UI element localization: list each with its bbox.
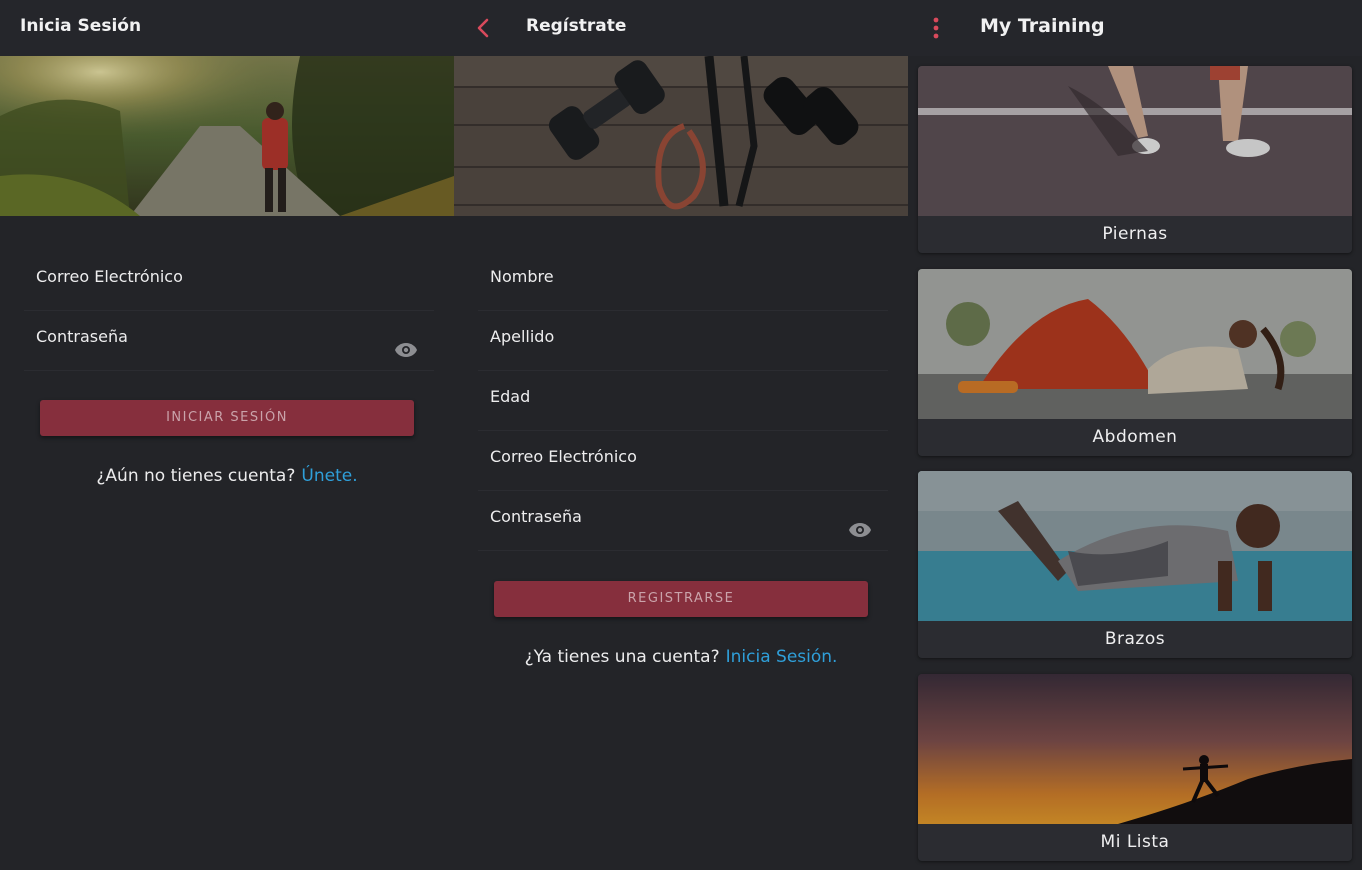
chevron-left-icon[interactable] bbox=[476, 18, 490, 38]
register-age-field[interactable]: Edad bbox=[478, 372, 888, 431]
register-screen: Regístrate Nombre Apellido Edad Correo E… bbox=[454, 0, 908, 870]
workout-card-abdomen[interactable]: Abdomen bbox=[918, 269, 1352, 456]
login-email-label: Correo Electrónico bbox=[36, 267, 183, 286]
register-password-field[interactable]: Contraseña bbox=[478, 492, 888, 551]
login-screen: Inicia Sesión Correo Electrónico Contras… bbox=[0, 0, 454, 870]
card-label: Piernas bbox=[1102, 224, 1168, 244]
eye-icon[interactable] bbox=[848, 522, 872, 538]
abs-workout-image bbox=[918, 269, 1352, 419]
register-email-label: Correo Electrónico bbox=[490, 447, 637, 466]
card-label: Mi Lista bbox=[1100, 832, 1170, 852]
training-title: My Training bbox=[980, 15, 1105, 37]
training-app-bar: My Training bbox=[908, 0, 1362, 56]
more-vert-icon[interactable] bbox=[932, 17, 940, 39]
register-lastname-label: Apellido bbox=[490, 327, 555, 346]
card-label: Abdomen bbox=[1092, 427, 1178, 447]
legs-workout-image bbox=[918, 66, 1352, 216]
workout-card-brazos[interactable]: Brazos bbox=[918, 471, 1352, 658]
login-submit-button[interactable]: INICIAR SESIÓN bbox=[40, 400, 414, 436]
login-title: Inicia Sesión bbox=[20, 16, 142, 36]
register-app-bar: Regístrate bbox=[454, 0, 908, 56]
login-password-label: Contraseña bbox=[36, 327, 128, 346]
signup-prompt: ¿Aún no tienes cuenta? Únete. bbox=[0, 466, 454, 486]
register-password-label: Contraseña bbox=[490, 507, 582, 526]
arms-workout-image bbox=[918, 471, 1352, 621]
login-email-field[interactable]: Correo Electrónico bbox=[24, 252, 434, 311]
register-age-label: Edad bbox=[490, 387, 531, 406]
card-label: Brazos bbox=[1104, 629, 1166, 649]
register-submit-button[interactable]: REGISTRARSE bbox=[494, 581, 868, 617]
signup-question: ¿Aún no tienes cuenta? bbox=[96, 466, 296, 486]
signup-link[interactable]: Únete. bbox=[301, 466, 357, 486]
training-screen: My Training Piernas Abdomen Brazos Mi Li… bbox=[908, 0, 1362, 870]
login-hero-image bbox=[0, 56, 454, 216]
my-list-image bbox=[918, 674, 1352, 824]
login-link[interactable]: Inicia Sesión. bbox=[726, 647, 838, 667]
register-name-field[interactable]: Nombre bbox=[478, 252, 888, 311]
workout-card-piernas[interactable]: Piernas bbox=[918, 66, 1352, 253]
register-name-label: Nombre bbox=[490, 267, 554, 286]
eye-icon[interactable] bbox=[394, 342, 418, 358]
login-prompt: ¿Ya tienes una cuenta? Inicia Sesión. bbox=[454, 647, 908, 667]
workout-card-mi-lista[interactable]: Mi Lista bbox=[918, 674, 1352, 861]
register-lastname-field[interactable]: Apellido bbox=[478, 312, 888, 371]
register-title: Regístrate bbox=[526, 16, 627, 36]
register-email-field[interactable]: Correo Electrónico bbox=[478, 432, 888, 491]
register-hero-image bbox=[454, 56, 908, 216]
login-app-bar: Inicia Sesión bbox=[0, 0, 454, 56]
login-password-field[interactable]: Contraseña bbox=[24, 312, 434, 371]
login-question: ¿Ya tienes una cuenta? bbox=[524, 647, 720, 667]
